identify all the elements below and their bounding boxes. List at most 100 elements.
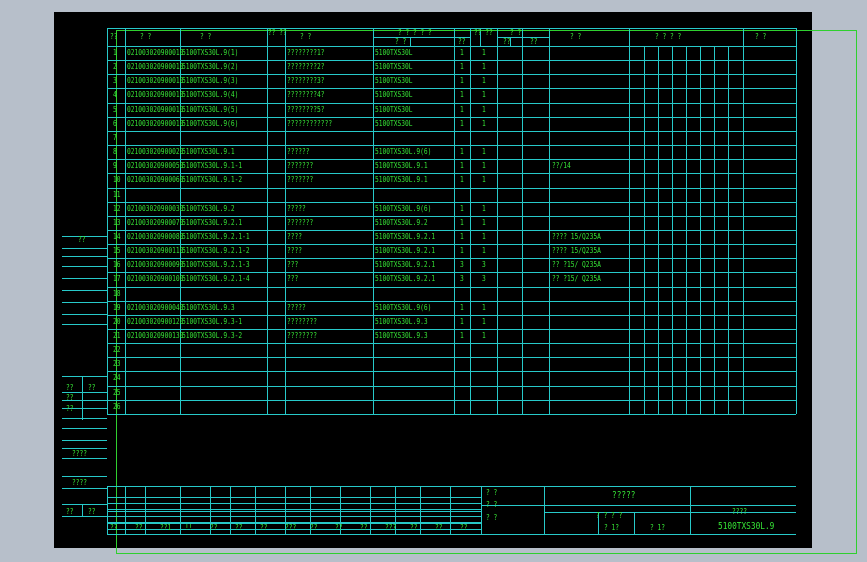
grid-line [107,385,796,387]
row-drawing-number: 5100TXS30L.9.1-2 [182,175,243,185]
header-weight-total: ?? [530,37,538,46]
grid-line [285,28,286,414]
side-label-f: ???? [72,478,88,487]
row-index: 1 [113,48,117,57]
header-code: ? ? [140,32,152,41]
grid-line [743,28,744,414]
header-misc: ? ? ? ? [655,32,682,41]
grid-line [62,248,107,249]
grid-line [107,102,796,104]
row-index: 25 [113,387,121,397]
row-index: 9 [113,161,117,171]
grid-line [450,486,451,534]
grid-line [714,46,715,414]
side-label-top: ?? [78,235,86,244]
header-index: ?? [110,32,118,41]
row-index: 8 [113,147,117,157]
row-assembly: 5100TXS30L.9.2 [375,217,428,227]
grid-line [255,486,256,534]
row-drawing-number: 5100TXS30L.9.3 [182,302,235,312]
title-bottom-label: ?? [435,523,443,532]
title-label-1: ? ? [486,488,498,497]
grid-line [62,266,107,267]
grid-line [107,413,796,415]
row-qty-single: 1 [460,118,464,128]
title-bottom-label: ??? [285,523,297,532]
side-label-c: ?? [66,393,74,402]
grid-line [62,418,107,419]
row-qty-single: 1 [460,316,464,326]
side-label-h: ?? [88,507,96,516]
grid-line [107,130,796,132]
row-qty-single: 1 [460,217,464,227]
row-part-code: 021003020900010 [127,48,184,57]
row-index: 16 [113,260,121,270]
title-bottom-label: ??? [385,523,397,532]
row-qty-total: 1 [482,203,486,213]
row-drawing-number: 5100TXS30L.9(2) [182,62,239,72]
row-qty-total: 1 [482,76,486,86]
grid-line [107,272,796,274]
row-index: 15 [113,246,121,256]
row-part-code: 021003020900130 [127,331,184,340]
grid-line [629,28,630,414]
grid-line [107,343,796,345]
grid-line [62,324,107,325]
grid-line [658,46,659,414]
grid-line [62,302,107,303]
row-qty-single: 1 [460,104,464,114]
row-index: 6 [113,118,117,128]
grid-line [544,486,545,534]
row-drawing-number: 5100TXS30L.9.3-2 [182,331,243,340]
row-index: 20 [113,316,121,326]
row-drawing-number: 5100TXS30L.9(5) [182,104,239,114]
grid-line [145,486,146,534]
header-assembly-sub: ? ? [395,37,407,46]
grid-line [107,88,796,90]
grid-line [107,116,796,118]
grid-line [107,329,796,330]
row-qty-single: 1 [460,331,464,340]
grid-line [62,476,107,477]
row-index: 4 [113,90,117,100]
row-part-name: ????????4? [287,90,325,100]
grid-line [62,290,107,291]
row-assembly: 5100TXS30L [375,48,413,57]
row-qty-total: 1 [482,217,486,227]
grid-line [544,512,796,513]
row-assembly: 5100TXS30L [375,118,413,128]
grid-line [107,46,796,47]
grid-line [107,159,796,161]
grid-line [481,486,482,534]
row-drawing-number: 5100TXS30L.9.2.1-1 [182,231,250,241]
grid-line [62,428,107,429]
row-part-code: 021003020900030 [127,203,184,213]
side-label-d: ?? [66,404,74,413]
row-assembly: 5100TXS30L.9.2.1 [375,260,436,270]
side-label-b: ?? [88,383,96,392]
row-part-code: 021003020900010 [127,118,184,128]
header-remark: ? ? [755,32,767,41]
row-qty-total: 1 [482,147,486,157]
row-index: 18 [113,288,121,298]
row-part-name: ????? [287,203,306,213]
grid-line [62,504,107,505]
grid-line [82,376,83,420]
row-index: 14 [113,231,121,241]
row-qty-total: 1 [482,331,486,340]
row-part-code: 021003020900050 [127,161,184,171]
grid-line [481,505,796,506]
grid-line [410,37,411,46]
row-part-code: 021003020900010 [127,104,184,114]
row-qty-single: 1 [460,76,464,86]
row-assembly: 5100TXS30L [375,104,413,114]
row-assembly: 5100TXS30L.9.1 [375,161,428,171]
grid-line [107,60,796,62]
row-qty-single: 1 [460,203,464,213]
row-qty-total: 1 [482,90,486,100]
row-index: 19 [113,302,121,312]
row-assembly: 5100TXS30L.9(6) [375,147,432,157]
title-sheet: ? 1? [650,523,666,532]
row-qty-single: 1 [460,147,464,157]
row-part-code: 021003020900040 [127,302,184,312]
